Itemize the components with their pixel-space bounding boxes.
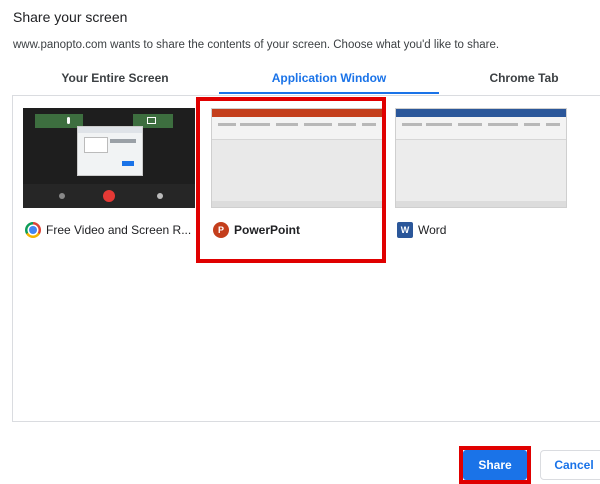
dialog-description: www.panopto.com wants to share the conte… xyxy=(13,39,500,51)
source-label: Word xyxy=(418,223,447,237)
source-label: Free Video and Screen R... xyxy=(46,223,192,237)
cancel-button[interactable]: Cancel xyxy=(540,450,600,480)
settings-icon xyxy=(157,193,163,199)
tab-application-window[interactable]: Application Window xyxy=(219,66,439,94)
tab-entire-screen[interactable]: Your Entire Screen xyxy=(40,66,190,92)
source-word[interactable]: W Word xyxy=(385,96,567,256)
chrome-icon xyxy=(25,222,41,238)
dialog-title: Share your screen xyxy=(13,9,128,25)
window-thumbnail xyxy=(211,108,383,208)
source-tabs: Your Entire Screen Application Window Ch… xyxy=(0,66,600,94)
source-label: PowerPoint xyxy=(234,223,301,237)
source-free-video-screen-recorder[interactable]: Free Video and Screen R... xyxy=(13,96,195,256)
powerpoint-icon: P xyxy=(213,222,229,238)
gear-icon xyxy=(59,193,65,199)
chat-icon xyxy=(147,117,156,124)
record-icon xyxy=(103,190,115,202)
share-button[interactable]: Share xyxy=(463,450,527,480)
tab-chrome-tab[interactable]: Chrome Tab xyxy=(460,66,588,92)
microphone-icon xyxy=(67,117,70,124)
window-thumbnail xyxy=(395,108,567,208)
source-powerpoint[interactable]: P PowerPoint xyxy=(201,96,383,256)
source-list: Free Video and Screen R... P PowerPoint xyxy=(12,95,600,422)
word-icon: W xyxy=(397,222,413,238)
window-thumbnail xyxy=(23,108,195,208)
